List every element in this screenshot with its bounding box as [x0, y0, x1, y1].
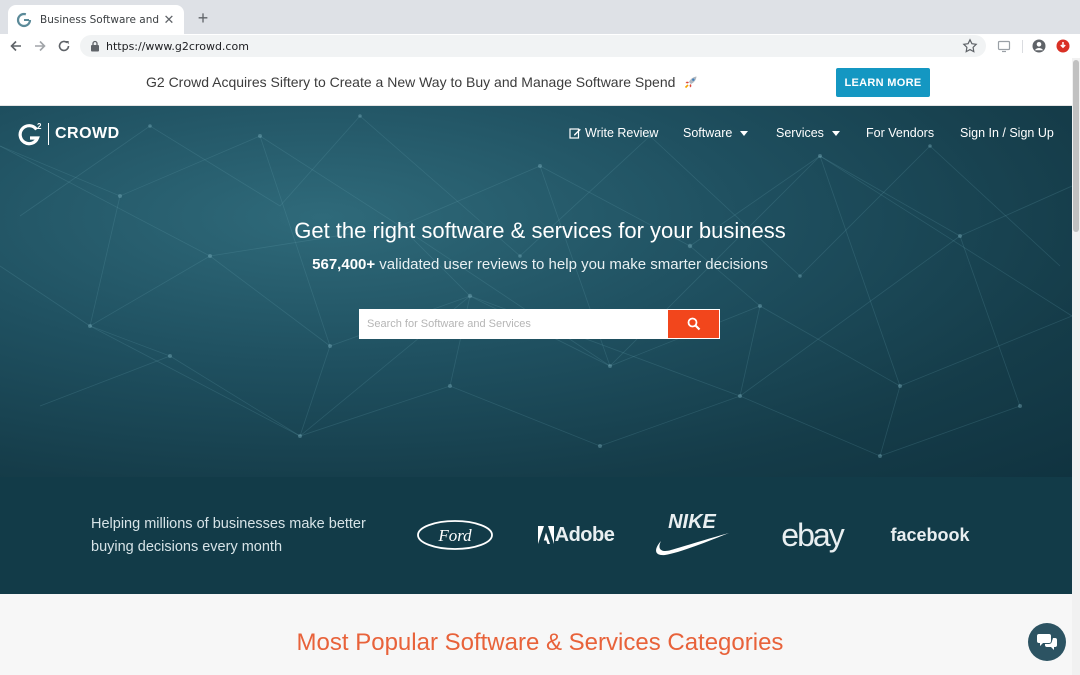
ebay-logo: ebay [772, 517, 852, 553]
rocket-icon [685, 76, 697, 89]
adobe-mark-icon [537, 526, 554, 544]
tab-close-icon[interactable]: ✕ [162, 12, 176, 28]
announcement-message: G2 Crowd Acquires Siftery to Create a Ne… [146, 74, 676, 90]
search-input[interactable] [359, 309, 667, 339]
trust-tagline: Helping millions of businesses make bett… [91, 516, 366, 555]
g2-crowd-logo[interactable]: 2 CROWD [17, 121, 120, 147]
learn-more-button[interactable]: LEARN MORE [836, 68, 930, 97]
browser-tab[interactable]: Business Software and Service ✕ [8, 5, 184, 34]
nav-for-vendors[interactable]: For Vendors [866, 126, 934, 140]
nav-services-label: Services [776, 126, 824, 140]
forward-icon[interactable] [30, 34, 50, 58]
announcement-bar: G2 Crowd Acquires Siftery to Create a Ne… [0, 58, 1072, 106]
nike-swoosh-icon [656, 533, 729, 556]
popular-categories-section: Most Popular Software & Services Categor… [0, 594, 1072, 675]
nav-software[interactable]: Software [683, 126, 749, 140]
nav-sign-in[interactable]: Sign In / Sign Up [960, 126, 1054, 140]
ford-oval-icon: Ford [417, 520, 493, 550]
hero-section: 2 CROWD Write Review Software Services F… [0, 106, 1072, 477]
nike-wordmark: NIKE [668, 511, 716, 533]
search-button[interactable] [667, 309, 720, 339]
review-count: 567,400+ [312, 256, 376, 273]
ebay-wordmark: ebay [781, 516, 844, 553]
svg-text:Ford: Ford [437, 526, 472, 545]
reload-icon[interactable] [54, 34, 74, 58]
hero-subline: 567,400+ validated user reviews to help … [0, 256, 1072, 273]
nav-sign-in-label: Sign In / Sign Up [960, 126, 1054, 140]
browser-toolbar: https://www.g2crowd.com [0, 34, 1080, 58]
page-scrollbar-thumb[interactable] [1073, 60, 1079, 232]
g2-favicon-icon [16, 12, 32, 27]
caret-down-icon [740, 130, 749, 136]
nav-services[interactable]: Services [776, 126, 840, 140]
chat-button[interactable] [1028, 623, 1066, 661]
logo-divider [48, 123, 49, 145]
browser-tab-strip: Business Software and Service ✕ + [0, 0, 1080, 34]
hero-subline-text: validated user reviews to help you make … [375, 256, 768, 273]
cast-icon[interactable] [996, 38, 1012, 54]
ford-logo: Ford [416, 517, 494, 553]
adobe-wordmark: Adobe [554, 523, 615, 546]
facebook-wordmark: facebook [890, 524, 970, 545]
nav-write-review-label: Write Review [585, 126, 659, 140]
trust-band: Helping millions of businesses make bett… [0, 477, 1072, 594]
address-bar[interactable]: https://www.g2crowd.com [80, 35, 986, 57]
star-icon[interactable] [962, 38, 978, 54]
address-url: https://www.g2crowd.com [106, 39, 249, 53]
search-icon [687, 317, 700, 331]
nav-software-label: Software [683, 126, 733, 140]
popular-heading: Most Popular Software & Services Categor… [296, 629, 784, 656]
logo-text: CROWD [55, 125, 120, 142]
network-background-pattern [0, 114, 1072, 458]
nav-for-vendors-label: For Vendors [866, 126, 935, 140]
announcement-text-wrap: G2 Crowd Acquires Siftery to Create a Ne… [146, 74, 699, 90]
back-icon[interactable] [6, 34, 26, 58]
tab-title: Business Software and Service [40, 13, 162, 26]
toolbar-separator [1022, 40, 1023, 53]
caret-down-icon [831, 130, 840, 136]
chat-icon [1037, 634, 1057, 650]
profile-icon[interactable] [1031, 38, 1047, 54]
svg-text:2: 2 [37, 122, 42, 131]
facebook-logo: facebook [888, 517, 972, 553]
pencil-icon [569, 128, 581, 139]
lock-icon [91, 40, 99, 52]
nav-write-review[interactable]: Write Review [569, 126, 658, 140]
hero-headline: Get the right software & services for yo… [294, 218, 786, 243]
nike-logo: NIKE [652, 511, 732, 559]
adobe-logo: Adobe [536, 517, 616, 553]
new-tab-icon[interactable]: + [192, 7, 214, 29]
search-bar [359, 309, 720, 339]
g2-logo-mark-icon: 2 [18, 122, 42, 146]
extension-icon[interactable] [1055, 38, 1071, 54]
